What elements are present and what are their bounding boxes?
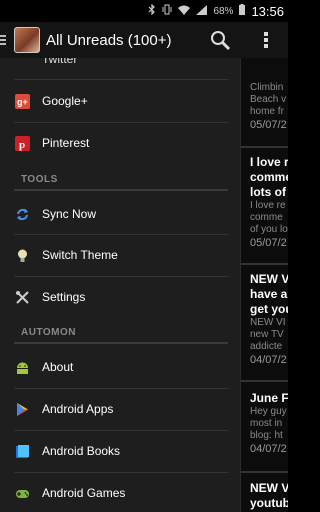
drawer-item-label: Android Apps (42, 402, 114, 416)
article-snippet: blog: ht (250, 430, 283, 441)
navigation-drawer: Twitter g+ Google+ p Pinterest TOOLS Syn… (0, 58, 240, 512)
drawer-item-android-apps[interactable]: Android Apps (14, 397, 228, 421)
page-title[interactable]: All Unreads (100+) (46, 32, 171, 49)
divider (14, 430, 228, 431)
article-snippet: comme (250, 212, 283, 223)
action-bar: All Unreads (100+) (0, 22, 288, 58)
article-title: get you (250, 302, 288, 316)
vibrate-icon (162, 4, 172, 18)
drawer-item-google-plus[interactable]: g+ Google+ (14, 89, 228, 113)
drawer-item-about[interactable]: About (14, 355, 228, 379)
article-date: 04/07/2 (250, 443, 287, 455)
status-bar: 68% 13:56 (0, 0, 288, 22)
divider (241, 471, 288, 473)
drawer-item-label: Android Books (42, 444, 121, 458)
article-snippet: I love re (250, 200, 286, 211)
avatar[interactable] (14, 27, 40, 53)
list-item[interactable]: NEW VI have a get you NEW VI new TV addi… (250, 272, 288, 367)
section-divider (14, 189, 228, 191)
bluetooth-icon (148, 3, 156, 18)
list-item[interactable]: NEW VI youtub (250, 481, 288, 511)
drawer-item-pinterest[interactable]: p Pinterest (14, 131, 228, 155)
battery-percent: 68% (213, 5, 234, 17)
drawer-item-label: Pinterest (42, 136, 90, 150)
overflow-menu-icon[interactable] (262, 30, 270, 50)
sync-icon (14, 206, 30, 222)
article-title: I love r (250, 155, 288, 169)
divider (14, 234, 228, 235)
wifi-icon (178, 5, 191, 18)
divider (241, 263, 288, 265)
drawer-item-twitter[interactable]: Twitter (14, 58, 228, 66)
lightbulb-icon (14, 247, 30, 263)
drawer-item-android-books[interactable]: Android Books (14, 439, 228, 463)
books-icon (14, 443, 30, 459)
divider (241, 146, 288, 148)
drawer-indicator-icon[interactable] (0, 22, 10, 58)
article-title: comme (250, 170, 288, 184)
drawer-item-label: Settings (42, 290, 86, 304)
divider (241, 380, 288, 382)
drawer-item-switch-theme[interactable]: Switch Theme (14, 243, 228, 267)
article-snippet: addicte (250, 341, 283, 352)
drawer-item-android-games[interactable]: Android Games (14, 481, 228, 505)
article-snippet: most in (250, 418, 283, 429)
play-store-icon (14, 401, 30, 417)
list-item[interactable]: Climbin Beach v home fr 05/07/2 (250, 82, 288, 132)
divider (14, 472, 228, 473)
svg-text:p: p (19, 139, 25, 151)
article-snippet: new TV (250, 329, 284, 340)
drawer-item-label: Twitter (42, 58, 78, 66)
article-list[interactable]: Climbin Beach v home fr 05/07/2 I love r… (240, 58, 288, 512)
android-icon (14, 359, 30, 375)
section-header-tools: TOOLS (21, 174, 58, 185)
tools-icon (14, 289, 30, 305)
article-snippet: Beach v (250, 94, 287, 105)
drawer-item-label: About (42, 360, 74, 374)
section-header-automon: AUTOMON (21, 327, 76, 338)
drawer-item-label: Sync Now (42, 207, 97, 221)
article-snippet: Climbin (250, 82, 284, 93)
list-item[interactable]: I love r comme lots of I love re comme o… (250, 155, 288, 250)
divider (14, 276, 228, 277)
battery-icon (239, 4, 246, 18)
article-snippet: Hey guy (250, 406, 287, 417)
article-title: NEW VI (250, 272, 288, 286)
section-divider (14, 342, 228, 344)
drawer-item-label: Android Games (42, 486, 126, 500)
search-icon[interactable] (210, 30, 232, 52)
article-snippet: home fr (250, 106, 284, 117)
drawer-item-label: Google+ (42, 94, 88, 108)
gamepad-icon (14, 485, 30, 501)
drawer-item-sync-now[interactable]: Sync Now (14, 202, 228, 226)
twitter-icon (14, 58, 30, 67)
article-title: lots of (250, 185, 286, 199)
google-plus-icon: g+ (14, 93, 30, 109)
clock: 13:56 (251, 3, 284, 19)
article-date: 05/07/2 (250, 119, 287, 131)
article-title: June F (250, 391, 288, 405)
divider (14, 122, 228, 123)
pinterest-icon: p (14, 135, 30, 151)
article-date: 05/07/2 (250, 237, 287, 249)
article-snippet: of you lo (250, 224, 288, 235)
divider (14, 79, 228, 80)
divider (14, 388, 228, 389)
list-item[interactable]: June F Hey guy most in blog: ht 04/07/2 (250, 391, 288, 456)
article-title: have a (250, 287, 288, 301)
svg-text:g+: g+ (17, 97, 28, 107)
drawer-item-label: Switch Theme (42, 248, 118, 262)
drawer-item-settings[interactable]: Settings (14, 285, 228, 309)
article-snippet: NEW VI (250, 317, 286, 328)
signal-icon (196, 4, 208, 18)
article-title: NEW VI (250, 481, 288, 495)
article-date: 04/07/2 (250, 354, 287, 366)
article-title: youtub (250, 496, 288, 510)
